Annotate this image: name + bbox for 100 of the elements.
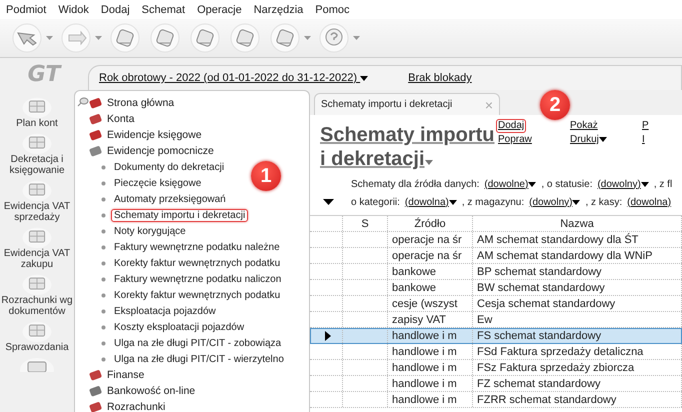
tree-item[interactable]: Konta bbox=[89, 111, 134, 127]
nav-item[interactable]: Rozrachunki wg dokumentów bbox=[0, 273, 74, 317]
tree-item[interactable]: Strona główna bbox=[89, 95, 174, 111]
filter-label: Schematy dla źródła danych: bbox=[351, 178, 480, 190]
tree-item[interactable]: Ewidencje pomocnicze bbox=[89, 143, 214, 159]
action-link[interactable]: I bbox=[640, 133, 647, 147]
nav-item[interactable]: Ewidencja VAT sprzedaży bbox=[0, 179, 74, 223]
table-cell: zapisy VAT bbox=[388, 312, 473, 327]
caret-icon bbox=[572, 200, 580, 204]
table-cell: FZ schemat standardowy bbox=[473, 376, 682, 391]
page-title[interactable]: Schematy importu i dekretacji bbox=[310, 115, 496, 175]
tree-item[interactable]: Eksploatacja pojazdów bbox=[111, 304, 219, 318]
table-cell: operacje na śr bbox=[388, 232, 473, 247]
action-link[interactable]: P bbox=[640, 119, 651, 133]
nav-item[interactable]: Ewidencja VAT zakupu bbox=[0, 226, 74, 270]
table-cell: handlowe i m bbox=[388, 360, 473, 375]
tree-item[interactable]: Rozrachunki bbox=[89, 399, 166, 412]
menu-item[interactable]: Narzędzia bbox=[254, 4, 304, 16]
tree-item[interactable]: Bankowość on-line bbox=[89, 383, 196, 399]
table-cell: FSd Faktura sprzedaży detaliczna bbox=[473, 344, 682, 359]
callout-badge: 1 bbox=[251, 161, 281, 191]
table-row[interactable]: handlowe i m FSd Faktura sprzedaży detaliczna bbox=[310, 344, 682, 360]
caret-icon[interactable] bbox=[304, 36, 311, 40]
nav-item[interactable]: Sprawozdania bbox=[0, 320, 74, 353]
tree-item[interactable]: Ewidencje księgowe bbox=[89, 127, 202, 143]
caret-icon[interactable] bbox=[353, 36, 360, 40]
bullet-icon bbox=[101, 164, 106, 170]
caret-icon bbox=[360, 76, 368, 81]
caret-icon bbox=[424, 160, 433, 165]
bullet-icon bbox=[101, 324, 106, 330]
collapse-icon[interactable] bbox=[322, 199, 334, 205]
action-link[interactable]: Dodaj bbox=[496, 119, 526, 133]
table-cell: bankowe bbox=[388, 264, 473, 279]
tree-item[interactable]: Ulga na złe długi PIT/CIT - zobowiąza bbox=[111, 336, 284, 350]
table-cell: AM schemat standardowy dla WNiP bbox=[473, 248, 682, 263]
lock-link[interactable]: Brak blokady bbox=[408, 72, 472, 84]
action-link[interactable]: Pokaż bbox=[568, 119, 600, 133]
table-cell: handlowe i m bbox=[388, 328, 473, 343]
tree-item[interactable]: Koszty eksploatacji pojazdów bbox=[111, 320, 248, 334]
table-row[interactable]: bankowe BW schemat standardowy bbox=[310, 280, 682, 296]
bullet-icon bbox=[101, 260, 106, 266]
table-cell: AM schemat standardowy dla ŚT bbox=[473, 232, 682, 247]
bullet-icon bbox=[101, 196, 106, 202]
table-row[interactable]: bankowe BP schemat standardowy bbox=[310, 264, 682, 280]
table-row[interactable]: cesje (wszyst Cesja schemat standardowy bbox=[310, 296, 682, 312]
menu-item[interactable]: Podmiot bbox=[6, 4, 46, 16]
table-cell: cesje (wszyst bbox=[388, 296, 473, 311]
menu-item[interactable]: Operacje bbox=[197, 4, 242, 16]
caret-icon bbox=[528, 182, 536, 186]
tree-item[interactable]: Korekty faktur wewnętrznych podatku bbox=[111, 256, 284, 270]
tree-item[interactable]: Faktury wewnętrzne podatku naliczon bbox=[111, 272, 284, 286]
bullet-icon bbox=[101, 292, 106, 298]
column-header[interactable]: Źródło bbox=[388, 216, 473, 231]
callout-badge: 2 bbox=[540, 90, 570, 120]
nav-item[interactable]: Plan kont bbox=[0, 96, 74, 129]
bullet-icon bbox=[101, 244, 106, 250]
action-link[interactable]: Drukuj bbox=[568, 133, 609, 147]
tree-item[interactable]: Noty korygujące bbox=[111, 224, 189, 238]
bullet-icon bbox=[101, 308, 106, 314]
help-icon[interactable] bbox=[317, 23, 351, 53]
table-row[interactable]: operacje na śr AM schemat standardowy dla ŚT bbox=[310, 232, 682, 248]
tab[interactable]: Schematy importu i dekretacji × bbox=[314, 93, 500, 115]
table-row[interactable]: handlowe i m FSz Faktura sprzedaży zbiorcza bbox=[310, 360, 682, 376]
period-selector[interactable]: Rok obrotowy - 2022 (od 01-01-2022 do 31-12-2022) bbox=[99, 72, 368, 84]
menu-item[interactable]: Dodaj bbox=[100, 4, 130, 16]
table-cell: handlowe i m bbox=[388, 376, 473, 391]
filter-dropdown[interactable]: (dowolny) bbox=[597, 178, 649, 190]
tree-item[interactable]: Korekty faktur wewnętrznych podatku bbox=[111, 288, 284, 302]
caret-icon[interactable] bbox=[46, 36, 53, 40]
nav-item[interactable]: Dekretacja i księgowanie bbox=[0, 132, 74, 176]
table-cell: handlowe i m bbox=[388, 344, 473, 359]
menu-item[interactable]: Widok bbox=[58, 4, 89, 16]
tree-item[interactable]: Finanse bbox=[89, 367, 144, 383]
table-cell: FSz Faktura sprzedaży zbiorcza bbox=[473, 360, 682, 375]
tree-item[interactable]: Automaty przeksięgowań bbox=[111, 192, 229, 206]
column-header[interactable]: S bbox=[343, 216, 388, 231]
bullet-icon bbox=[101, 228, 106, 234]
tree-item[interactable]: Ulga na złe długi PIT/CIT - wierzytelno bbox=[111, 352, 287, 366]
tree-item[interactable]: Pieczęcie księgowe bbox=[111, 176, 204, 190]
filter-dropdown[interactable]: (dowolna) bbox=[404, 196, 457, 208]
filter-dropdown[interactable]: (dowolne) bbox=[484, 178, 536, 190]
table-row[interactable]: handlowe i m FZRR schemat standardowy bbox=[310, 392, 682, 408]
tree-item[interactable]: Faktury wewnętrzne podatku należne bbox=[111, 240, 283, 254]
logo: GT bbox=[26, 62, 63, 86]
tree-item[interactable]: Schematy importu i dekretacji bbox=[111, 208, 248, 222]
tree-item[interactable]: Dokumenty do dekretacji bbox=[111, 160, 228, 174]
action-link[interactable]: Popraw bbox=[496, 133, 534, 147]
column-header[interactable]: Nazwa bbox=[473, 216, 682, 231]
menu-item[interactable]: Pomoc bbox=[315, 4, 350, 16]
bullet-icon bbox=[101, 276, 106, 282]
table-row[interactable]: handlowe i m FZ schemat standardowy bbox=[310, 376, 682, 392]
row-pointer-icon bbox=[325, 330, 331, 340]
caret-icon[interactable] bbox=[95, 36, 102, 40]
menu-item[interactable]: Schemat bbox=[142, 4, 186, 16]
filter-label: o kategorii: bbox=[351, 196, 400, 208]
filter-dropdown[interactable]: (dowolny) bbox=[529, 196, 580, 208]
table-row[interactable]: handlowe i m FS schemat standardowy bbox=[310, 328, 682, 344]
table-cell: BP schemat standardowy bbox=[473, 264, 682, 279]
filter-dropdown[interactable]: (dowolna) bbox=[627, 196, 672, 208]
table-row[interactable]: operacje na śr AM schemat standardowy dla WNiP bbox=[310, 248, 682, 264]
